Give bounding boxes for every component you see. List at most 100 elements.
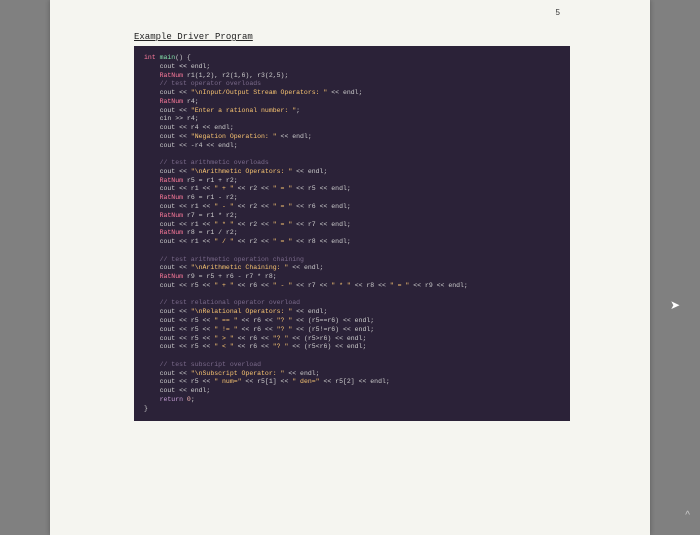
code-string: " = " xyxy=(273,203,293,210)
code-token: cout xyxy=(144,317,179,324)
code-token: cout xyxy=(144,168,179,175)
document-page: 5 Example Driver Program int main() { co… xyxy=(50,0,650,535)
code-token: cout xyxy=(144,107,179,114)
code-token: << endl; xyxy=(288,264,323,271)
code-token: r6 = r1 - r2; xyxy=(187,194,238,201)
code-token: << r5 << xyxy=(179,378,214,385)
code-token: RatNum xyxy=(144,98,187,105)
code-token: cout xyxy=(144,89,179,96)
code-string: "\nRelational Operators: " xyxy=(191,308,292,315)
code-token: << r5 << xyxy=(179,317,214,324)
code-string: "? " xyxy=(277,317,293,324)
code-string: " - " xyxy=(214,203,234,210)
code-token: cout xyxy=(144,308,179,315)
code-token: } xyxy=(144,405,148,412)
code-token: << endl; xyxy=(277,133,312,140)
code-token: cout xyxy=(144,387,179,394)
code-token: << xyxy=(179,107,191,114)
code-token: << r1 << xyxy=(179,203,214,210)
code-string: " + " xyxy=(214,185,234,192)
code-token: << r2 << xyxy=(234,185,273,192)
code-token: cout xyxy=(144,203,179,210)
code-token: << -r4 << endl; xyxy=(179,142,238,149)
code-token: << r7 << endl; xyxy=(292,221,351,228)
code-token: << r6 << xyxy=(234,335,273,342)
code-token: << r2 << xyxy=(234,221,273,228)
code-token: << (r5==r6) << endl; xyxy=(292,317,374,324)
code-string: "Enter a rational number: " xyxy=(191,107,296,114)
code-token: << r5[1] << xyxy=(242,378,293,385)
code-token: << r5 << endl; xyxy=(292,185,351,192)
code-comment: // test relational operator overload xyxy=(144,299,300,306)
code-string: " > " xyxy=(214,335,234,342)
code-token: cout xyxy=(144,133,179,140)
code-token: cout xyxy=(144,238,179,245)
code-token: << r1 << xyxy=(179,238,214,245)
code-string: " = " xyxy=(273,185,293,192)
code-token: << xyxy=(179,264,191,271)
code-token: cout xyxy=(144,142,179,149)
code-string: " - " xyxy=(273,282,293,289)
code-token: cout xyxy=(144,343,179,350)
code-token: << r8 << xyxy=(351,282,390,289)
code-string: "? " xyxy=(273,343,289,350)
code-token: << xyxy=(179,133,191,140)
code-token: RatNum xyxy=(144,229,187,236)
code-token: r4; xyxy=(187,98,199,105)
code-token: << xyxy=(179,63,187,70)
cursor-icon: ➤ xyxy=(670,298,680,312)
code-token: << r1 << xyxy=(179,185,214,192)
code-string: " * " xyxy=(331,282,351,289)
code-string: " == " xyxy=(214,317,237,324)
code-token: << r5 << xyxy=(179,326,214,333)
code-string: " != " xyxy=(214,326,237,333)
code-token: RatNum xyxy=(144,273,187,280)
code-string: " * " xyxy=(214,221,234,228)
code-token: << r6 << xyxy=(238,317,277,324)
code-token: return xyxy=(144,396,187,403)
code-token: cin xyxy=(144,115,175,122)
code-token: << r4 << endl; xyxy=(179,124,234,131)
code-string: "\nArithmetic Operators: " xyxy=(191,168,292,175)
code-token: << endl; xyxy=(292,168,327,175)
code-token: << endl; xyxy=(284,370,319,377)
code-token: << endl; xyxy=(179,387,210,394)
code-string: " + " xyxy=(214,282,234,289)
code-string: "\nInput/Output Stream Operators: " xyxy=(191,89,328,96)
code-token: << r1 << xyxy=(179,221,214,228)
code-token: << (r5>r6) << endl; xyxy=(288,335,366,342)
code-token: << r2 << xyxy=(234,238,273,245)
code-token: << r7 << xyxy=(292,282,331,289)
code-token: cout xyxy=(144,378,179,385)
code-token: cout xyxy=(144,370,179,377)
code-token: << xyxy=(179,308,191,315)
page-number: 5 xyxy=(556,8,560,17)
code-comment: // test arithmetic operation chaining xyxy=(144,256,304,263)
code-token: cout xyxy=(144,282,179,289)
code-token: r7 = r1 * r2; xyxy=(187,212,238,219)
code-token: << (r5!=r6) << endl; xyxy=(292,326,374,333)
code-comment: // test operator overloads xyxy=(144,80,261,87)
code-token: << r8 << endl; xyxy=(292,238,351,245)
code-token: << endl; xyxy=(292,308,327,315)
code-string: " < " xyxy=(214,343,234,350)
code-token: r9 = r5 + r6 - r7 * r8; xyxy=(187,273,277,280)
code-token: int xyxy=(144,54,160,61)
code-token: << xyxy=(179,89,191,96)
code-token: << r5[2] << endl; xyxy=(320,378,390,385)
code-token: RatNum xyxy=(144,212,187,219)
code-token: << endl; xyxy=(327,89,362,96)
code-token: << r6 << endl; xyxy=(292,203,351,210)
code-token: r8 = r1 / r2; xyxy=(187,229,238,236)
code-comment: // test subscript overload xyxy=(144,361,261,368)
code-string: " num=" xyxy=(214,378,241,385)
code-token: << r2 << xyxy=(234,203,273,210)
code-string: " = " xyxy=(273,221,293,228)
code-token: RatNum xyxy=(144,194,187,201)
code-string: " den=" xyxy=(292,378,319,385)
code-token: main xyxy=(160,54,176,61)
code-token: cout xyxy=(144,185,179,192)
code-token: ; xyxy=(296,107,300,114)
code-string: "Negation Operation: " xyxy=(191,133,277,140)
code-token: cout xyxy=(144,335,179,342)
